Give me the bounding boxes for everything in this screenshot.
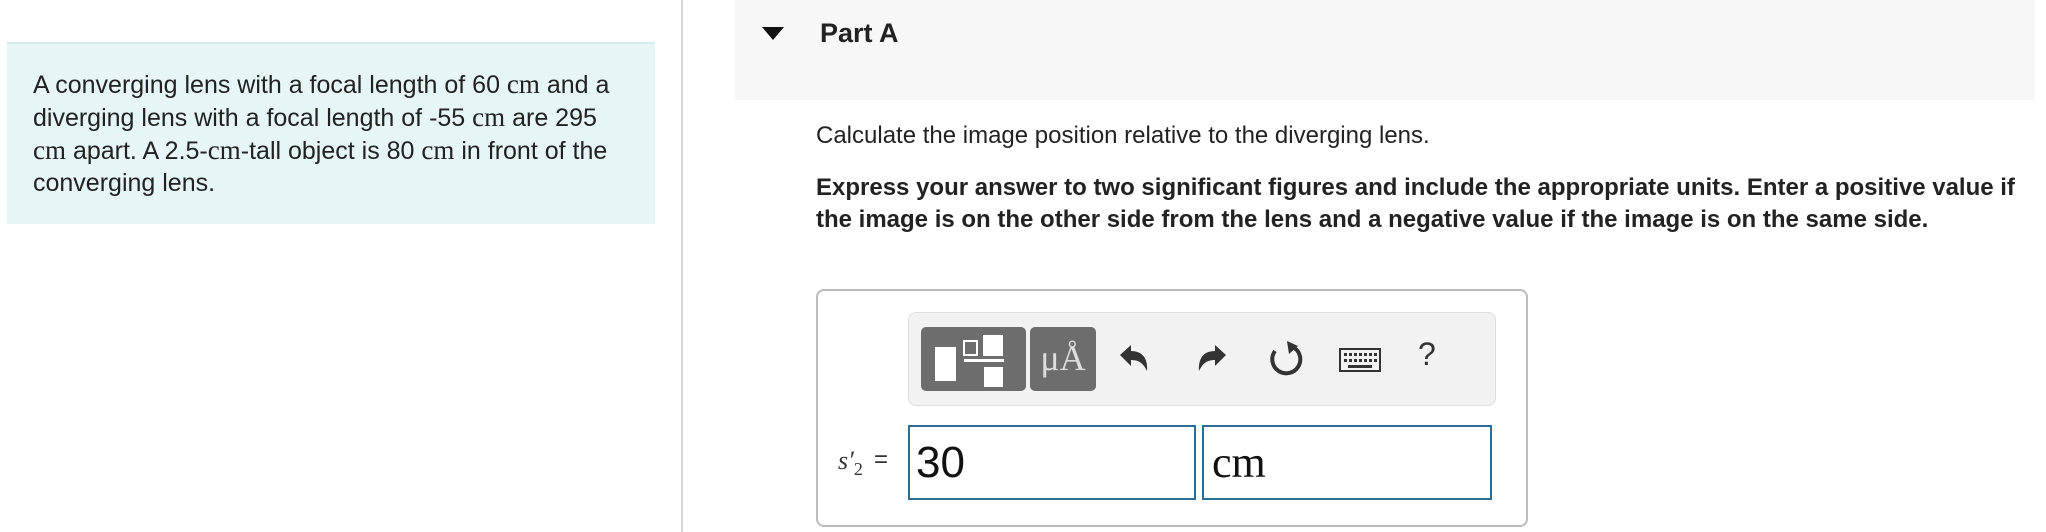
problem-text: are 295 xyxy=(505,104,597,132)
variable-subscript: 2 xyxy=(853,459,863,480)
answer-value-input[interactable] xyxy=(908,425,1196,500)
question-text: Calculate the image position relative to… xyxy=(816,122,1430,149)
answer-unit-input[interactable] xyxy=(1202,425,1492,500)
problem-text: apart. A 2.5- xyxy=(66,137,208,165)
pane-divider[interactable] xyxy=(681,0,683,532)
problem-statement: A converging lens with a focal length of… xyxy=(7,42,655,224)
unit-cm: cm xyxy=(472,102,506,132)
part-title[interactable]: Part A xyxy=(820,18,899,49)
part-header[interactable] xyxy=(735,0,2035,100)
collapse-caret-icon[interactable] xyxy=(762,27,784,40)
variable-symbol: s xyxy=(838,446,849,475)
units-button[interactable]: μÅ xyxy=(1030,327,1096,391)
fraction-template-button[interactable] xyxy=(921,327,1026,391)
unit-cm: cm xyxy=(33,135,66,165)
reset-icon[interactable] xyxy=(1263,337,1307,381)
problem-text: A converging lens with a focal length of… xyxy=(33,71,507,99)
fraction-template-icon xyxy=(935,335,1004,387)
problem-pane: A converging lens with a focal length of… xyxy=(0,0,682,532)
problem-text: -tall object is 80 xyxy=(240,137,422,165)
redo-icon[interactable] xyxy=(1190,337,1234,381)
keyboard-icon[interactable] xyxy=(1336,337,1384,381)
unit-cm: cm xyxy=(506,69,540,99)
help-icon[interactable]: ? xyxy=(1418,336,1436,373)
units-icon: μÅ xyxy=(1040,338,1086,378)
equals-sign: = xyxy=(874,446,889,473)
undo-icon[interactable] xyxy=(1112,337,1156,381)
answer-variable-label: s′2 xyxy=(838,446,863,480)
answer-instructions: Express your answer to two significant f… xyxy=(816,174,2015,233)
unit-cm: cm xyxy=(207,135,241,165)
unit-cm: cm xyxy=(421,135,455,165)
